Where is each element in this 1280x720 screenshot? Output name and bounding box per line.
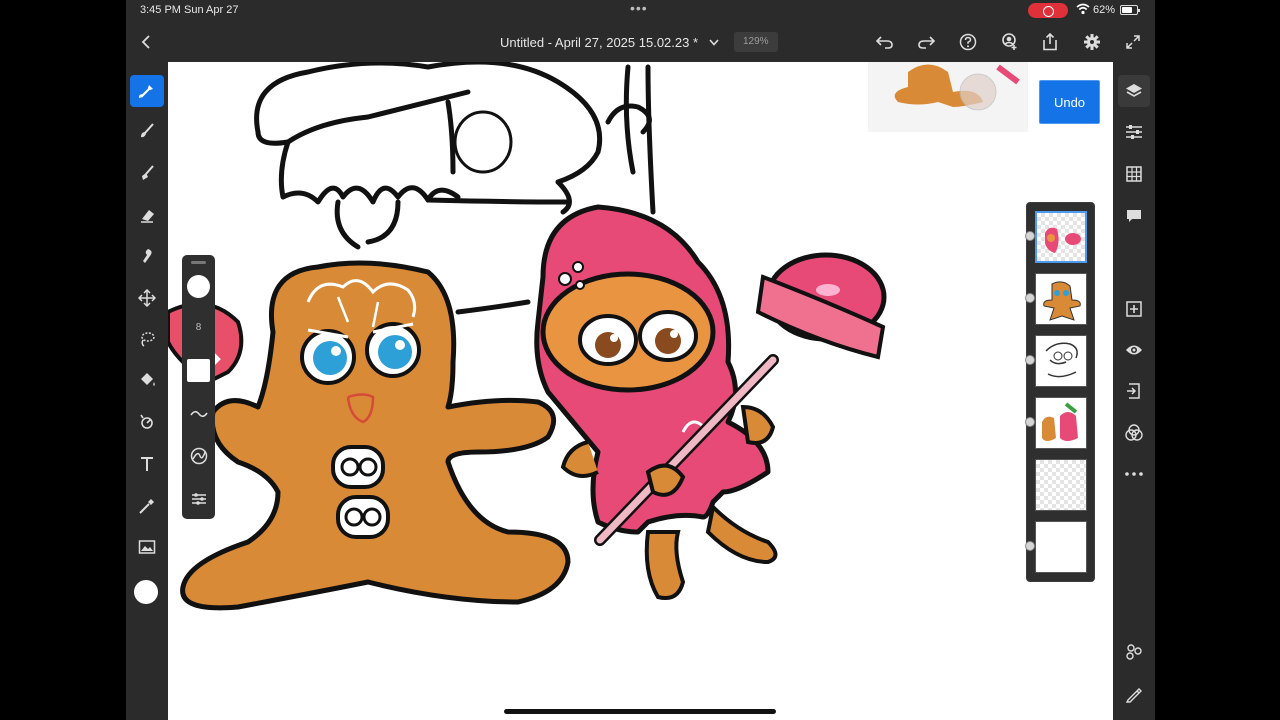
redo-icon[interactable] bbox=[914, 30, 938, 54]
artwork bbox=[168, 62, 1028, 611]
right-toolbar bbox=[1113, 62, 1155, 720]
grid-icon[interactable] bbox=[1118, 158, 1150, 190]
layer-thumbnail[interactable] bbox=[1035, 521, 1087, 573]
battery-percent: 62% bbox=[1093, 4, 1116, 16]
fullscreen-icon[interactable] bbox=[1121, 30, 1145, 54]
brush-size-value: 8 bbox=[195, 322, 202, 333]
eyedropper-icon[interactable] bbox=[130, 490, 164, 522]
layer-thumbnail[interactable] bbox=[1035, 335, 1087, 387]
pencil-icon[interactable] bbox=[1118, 678, 1150, 710]
brush-settings-icon[interactable] bbox=[187, 487, 210, 510]
layer-visibility-dot[interactable] bbox=[1025, 355, 1035, 365]
app-bar: Untitled - April 27, 2025 15.02.23 * 129… bbox=[126, 22, 1155, 62]
undo-button[interactable]: Undo bbox=[1039, 80, 1100, 124]
zoom-level[interactable]: 129% bbox=[734, 32, 778, 52]
adjustments-icon[interactable] bbox=[1118, 116, 1150, 148]
image-icon[interactable] bbox=[130, 531, 164, 563]
screen-recording-icon[interactable] bbox=[1028, 3, 1068, 18]
move-icon[interactable] bbox=[130, 282, 164, 314]
app-screen: 3:45 PM Sun Apr 27 ••• 62% Untitled - Ap… bbox=[126, 0, 1155, 720]
visibility-icon[interactable] bbox=[1118, 334, 1150, 366]
fill-icon[interactable] bbox=[130, 364, 164, 396]
layer-visibility-dot[interactable] bbox=[1025, 417, 1035, 427]
layers-panel bbox=[1025, 202, 1095, 582]
selection-brush-icon[interactable] bbox=[130, 75, 164, 107]
import-icon[interactable] bbox=[1118, 375, 1150, 407]
brush-settings-panel: 8 bbox=[182, 255, 215, 519]
layers-icon[interactable] bbox=[1118, 75, 1150, 107]
brush-icon[interactable] bbox=[130, 115, 164, 147]
eraser-icon[interactable] bbox=[130, 199, 164, 231]
back-icon[interactable] bbox=[134, 30, 158, 54]
left-toolbar bbox=[126, 62, 168, 720]
layer-thumbnail[interactable] bbox=[1035, 273, 1087, 325]
clone-icon[interactable] bbox=[130, 406, 164, 438]
lasso-icon[interactable] bbox=[130, 323, 164, 355]
blend-icon[interactable] bbox=[1118, 417, 1150, 449]
multitask-dots[interactable]: ••• bbox=[630, 0, 648, 16]
battery-icon bbox=[1120, 5, 1140, 15]
document-title[interactable]: Untitled - April 27, 2025 15.02.23 * bbox=[500, 35, 698, 50]
brush-opacity-preview[interactable] bbox=[187, 359, 210, 382]
settings-gear-icon[interactable] bbox=[1080, 30, 1104, 54]
text-icon[interactable] bbox=[130, 448, 164, 480]
layer-visibility-dot[interactable] bbox=[1025, 541, 1035, 551]
more-icon[interactable] bbox=[1118, 458, 1150, 490]
layer-thumbnail[interactable] bbox=[1035, 459, 1087, 511]
panel-drag-handle[interactable] bbox=[191, 261, 206, 264]
drawing-canvas[interactable] bbox=[168, 62, 1113, 720]
account-icon[interactable] bbox=[998, 30, 1022, 54]
layer-visibility-dot[interactable] bbox=[1025, 231, 1035, 241]
brush-type-icon[interactable] bbox=[187, 444, 210, 467]
status-time: 3:45 PM Sun Apr 27 bbox=[140, 4, 239, 16]
help-icon[interactable] bbox=[956, 30, 980, 54]
wifi-icon bbox=[1076, 3, 1090, 15]
layer-thumbnail[interactable] bbox=[1035, 397, 1087, 449]
chevron-down-icon[interactable] bbox=[704, 30, 724, 54]
smudge-icon[interactable] bbox=[130, 240, 164, 272]
smoothing-icon[interactable] bbox=[187, 402, 210, 425]
pixel-brush-icon[interactable] bbox=[130, 157, 164, 189]
share-icon[interactable] bbox=[1038, 30, 1062, 54]
share-layers-icon[interactable] bbox=[1118, 636, 1150, 668]
color-swatch[interactable] bbox=[134, 580, 158, 604]
layer-thumbnail[interactable] bbox=[1035, 211, 1087, 263]
status-bar: 3:45 PM Sun Apr 27 ••• 62% bbox=[126, 0, 1155, 22]
add-layer-icon[interactable] bbox=[1118, 293, 1150, 325]
undo-icon[interactable] bbox=[873, 30, 897, 54]
layer-visibility-dot[interactable] bbox=[1025, 293, 1035, 303]
comment-icon[interactable] bbox=[1118, 200, 1150, 232]
home-indicator[interactable] bbox=[504, 709, 776, 714]
brush-size-preview[interactable] bbox=[187, 275, 210, 298]
